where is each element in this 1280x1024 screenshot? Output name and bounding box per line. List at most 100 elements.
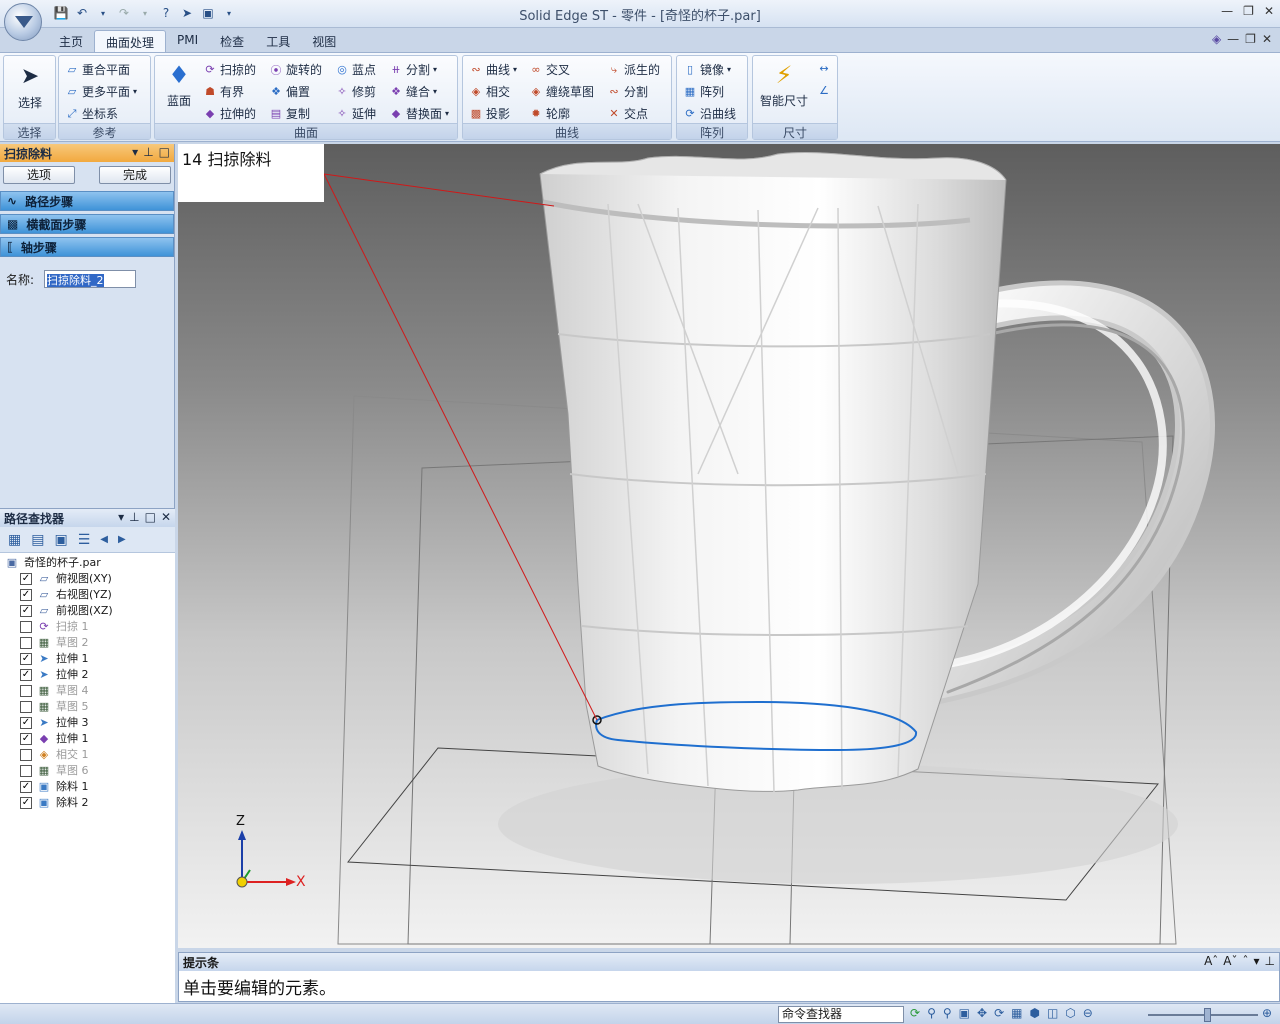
fit-icon[interactable]: ▣ — [959, 1006, 970, 1020]
intersection-button[interactable]: ◈ 相交 — [469, 83, 510, 100]
visibility-checkbox[interactable]: ✓ — [20, 589, 32, 601]
replace-face-button[interactable]: ◆ 替换面 ▾ — [389, 105, 449, 122]
visibility-checkbox[interactable]: ✓ — [20, 669, 32, 681]
3d-viewport[interactable]: 14 扫掠除料 Z X — [178, 144, 1280, 948]
tree-item[interactable]: ▦ 草图 2 — [4, 635, 175, 651]
feature-tree-icon[interactable]: ▦ — [8, 532, 21, 548]
zoom-in-icon[interactable]: ⊕ — [1262, 1006, 1272, 1020]
float-icon[interactable]: □ — [159, 145, 170, 161]
dimension-tool-1[interactable]: ↔ — [817, 61, 831, 75]
offset-button[interactable]: ❖ 偏置 — [269, 83, 310, 100]
scroll-right-icon[interactable]: ▶ — [118, 534, 126, 545]
project-button[interactable]: ▩ 投影 — [469, 105, 510, 122]
pattern-button[interactable]: ▦ 阵列 — [683, 83, 724, 100]
pin-icon[interactable]: ⊥ — [143, 145, 153, 161]
zoom-icon[interactable]: ⚲ — [943, 1006, 952, 1020]
finish-button[interactable]: 完成 — [99, 166, 171, 184]
doc-minimize-icon[interactable]: — — [1227, 32, 1239, 46]
copy-button[interactable]: ▤ 复制 — [269, 105, 310, 122]
collapse-icon[interactable]: ˆ — [1243, 954, 1249, 970]
visibility-checkbox[interactable]: ✓ — [20, 605, 32, 617]
font-smaller-icon[interactable]: Aˇ — [1223, 954, 1237, 970]
tree-item[interactable]: ✓ ▣ 除料 1 — [4, 779, 175, 795]
along-curve-button[interactable]: ⟳ 沿曲线 — [683, 105, 736, 122]
tree-item[interactable]: ▦ 草图 6 — [4, 763, 175, 779]
options-button[interactable]: 选项 — [3, 166, 75, 184]
tree-item[interactable]: ✓ ➤ 拉伸 1 — [4, 651, 175, 667]
extend-button[interactable]: ✧ 延伸 — [335, 105, 376, 122]
tab-surfacing[interactable]: 曲面处理 — [94, 30, 167, 52]
view-orientation-icon[interactable]: ◫ — [1047, 1006, 1058, 1020]
cross-section-step-button[interactable]: ▩ 横截面步骤 — [0, 214, 174, 234]
tab-view[interactable]: 视图 — [301, 30, 347, 52]
cube-icon[interactable]: ⬡ — [1065, 1006, 1075, 1020]
font-larger-icon[interactable]: Aˆ — [1204, 954, 1218, 970]
smart-dimension-button[interactable]: ⚡ 智能尺寸 — [755, 60, 813, 109]
coordinate-system-button[interactable]: ⤢ 坐标系 — [65, 105, 118, 122]
split-curve-button[interactable]: ∾ 分割 — [607, 83, 648, 100]
tree-item[interactable]: ✓ ▱ 前视图(XZ) — [4, 603, 175, 619]
tree-item[interactable]: ✓ ➤ 拉伸 2 — [4, 667, 175, 683]
curve-button[interactable]: ∾ 曲线 ▾ — [469, 61, 517, 78]
doc-restore-icon[interactable]: ❐ — [1245, 32, 1256, 46]
visibility-checkbox[interactable]: ✓ — [20, 733, 32, 745]
visibility-checkbox[interactable]: ✓ — [20, 717, 32, 729]
application-button[interactable] — [4, 3, 42, 41]
pane-menu-icon[interactable]: ▾ — [132, 145, 138, 161]
pin-icon[interactable]: ⊥ — [1265, 954, 1275, 970]
bluedot-button[interactable]: ◎ 蓝点 — [335, 61, 376, 78]
refresh-icon[interactable]: ⟳ — [910, 1006, 920, 1020]
intersection-point-button[interactable]: ✕ 交点 — [607, 105, 648, 122]
visibility-checkbox[interactable] — [20, 637, 32, 649]
help-book-icon[interactable]: ◈ — [1212, 32, 1221, 46]
pane-menu-icon[interactable]: ▾ — [1254, 954, 1260, 970]
rotate-icon[interactable]: ⟳ — [994, 1006, 1004, 1020]
tree-item[interactable]: ▦ 草图 4 — [4, 683, 175, 699]
mirror-button[interactable]: ▯ 镜像 ▾ — [683, 61, 731, 78]
relationships-icon[interactable]: ▣ — [54, 532, 67, 548]
pane-menu-icon[interactable]: ▾ — [118, 510, 124, 526]
tree-item[interactable]: ✓ ▣ 除料 2 — [4, 795, 175, 811]
tree-item[interactable]: ◈ 相交 1 — [4, 747, 175, 763]
pan-icon[interactable]: ✥ — [977, 1006, 987, 1020]
split-button[interactable]: ⧺ 分割 ▾ — [389, 61, 437, 78]
dimension-tool-2[interactable]: ∠ — [817, 83, 831, 97]
axis-step-button[interactable]: ⟦ 轴步骤 — [0, 237, 174, 257]
cup-body[interactable] — [539, 152, 1007, 793]
tree-item[interactable]: ✓ ▱ 俯视图(XY) — [4, 571, 175, 587]
visibility-checkbox[interactable]: ✓ — [20, 797, 32, 809]
tree-item[interactable]: ✓ ➤ 拉伸 3 — [4, 715, 175, 731]
bluesurf-button[interactable]: ♦ 蓝面 — [159, 60, 199, 109]
sketch-view-icon[interactable]: ▦ — [1011, 1006, 1022, 1020]
visibility-checkbox[interactable] — [20, 765, 32, 777]
tab-tools[interactable]: 工具 — [255, 30, 301, 52]
derived-button[interactable]: ⤷ 派生的 — [607, 61, 660, 78]
stack-icon[interactable]: ☰ — [78, 532, 91, 548]
doc-close-icon[interactable]: ✕ — [1262, 32, 1272, 46]
close-icon[interactable]: ✕ — [161, 510, 171, 526]
more-planes-button[interactable]: ▱ 更多平面 ▾ — [65, 83, 137, 100]
minimize-icon[interactable]: — — [1221, 4, 1233, 18]
zoom-area-icon[interactable]: ⚲ — [927, 1006, 936, 1020]
maximize-icon[interactable]: ❐ — [1243, 4, 1254, 18]
float-icon[interactable]: □ — [145, 510, 156, 526]
layers-icon[interactable]: ▤ — [31, 532, 44, 548]
tab-pmi[interactable]: PMI — [166, 30, 209, 52]
model-canvas[interactable] — [178, 144, 1280, 948]
visibility-checkbox[interactable] — [20, 685, 32, 697]
zoom-slider-thumb[interactable] — [1204, 1008, 1211, 1022]
close-icon[interactable]: ✕ — [1264, 4, 1274, 18]
tree-item[interactable]: ✓ ▱ 右视图(YZ) — [4, 587, 175, 603]
command-finder-input[interactable]: 命令查找器 — [778, 1006, 904, 1023]
tree-root[interactable]: ▣ 奇怪的杯子.par — [4, 555, 175, 571]
trim-button[interactable]: ✧ 修剪 — [335, 83, 376, 100]
revolved-button[interactable]: ⦿ 旋转的 — [269, 61, 323, 78]
tree-item[interactable]: ✓ ◆ 拉伸 1 — [4, 731, 175, 747]
visibility-checkbox[interactable] — [20, 621, 32, 633]
visibility-checkbox[interactable] — [20, 701, 32, 713]
tab-inspect[interactable]: 检查 — [209, 30, 255, 52]
zoom-slider-track[interactable] — [1148, 1014, 1258, 1016]
contour-button[interactable]: ✹ 轮廓 — [529, 105, 570, 122]
cross-curve-button[interactable]: ∞ 交叉 — [529, 61, 570, 78]
coincident-plane-button[interactable]: ▱ 重合平面 — [65, 61, 130, 78]
